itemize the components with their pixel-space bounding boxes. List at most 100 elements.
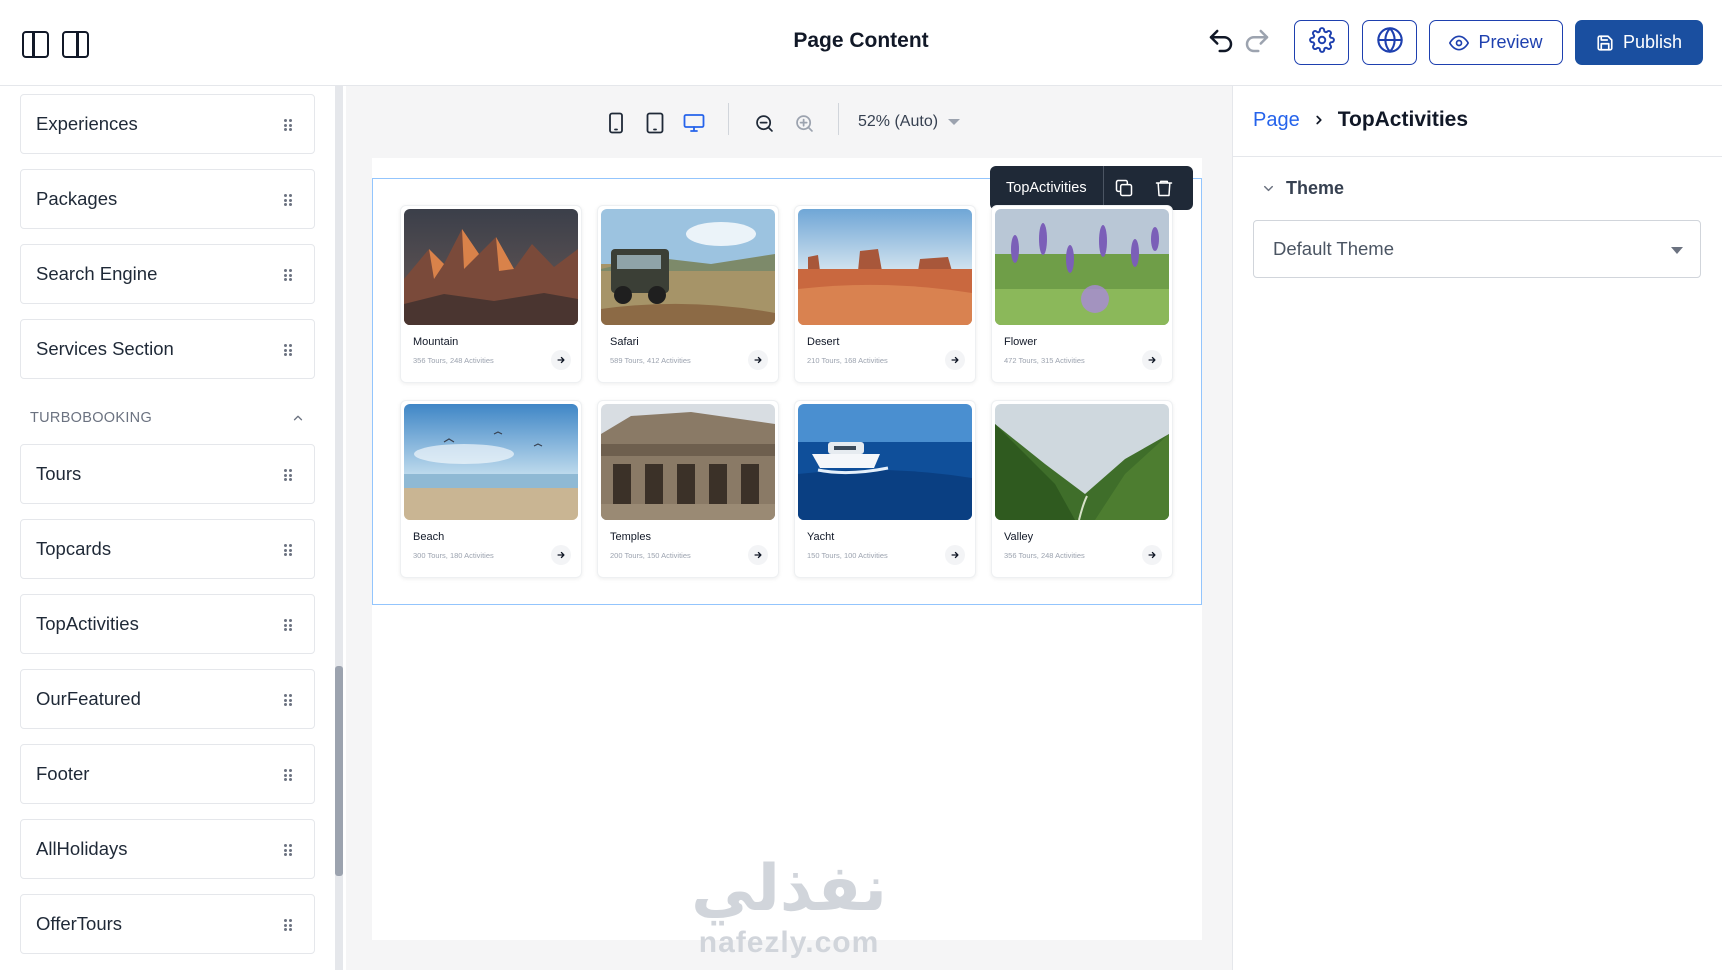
card-subtitle: 356 Tours, 248 Activities	[413, 356, 494, 365]
card-subtitle: 150 Tours, 100 Activities	[807, 551, 888, 560]
drag-handle-icon[interactable]	[284, 119, 292, 131]
chevron-down-icon	[948, 119, 961, 125]
editor-canvas: 52% (Auto) TopActivities Mountain 356 To…	[346, 86, 1232, 970]
arrow-right-icon[interactable]	[1142, 545, 1162, 565]
toolbar-divider	[728, 103, 729, 135]
trash-icon[interactable]	[1144, 166, 1184, 210]
mobile-icon	[607, 112, 625, 134]
section-header-turbobooking[interactable]: TURBOBOOKING	[30, 403, 305, 433]
chevron-up-icon	[291, 411, 305, 425]
arrow-right-icon[interactable]	[1142, 350, 1162, 370]
preview-button[interactable]: Preview	[1429, 20, 1563, 65]
publish-label: Publish	[1622, 32, 1683, 52]
zoom-level-select[interactable]: 52% (Auto)	[858, 108, 961, 136]
theme-select-value: Default Theme	[1273, 238, 1394, 259]
activity-card-desert[interactable]: Desert 210 Tours, 168 Activities	[794, 205, 976, 383]
desert-image	[798, 209, 972, 325]
breadcrumb-page-link[interactable]: Page	[1253, 109, 1300, 132]
arrow-right-icon[interactable]	[945, 545, 965, 565]
sidebar-item-experiences[interactable]: Experiences	[20, 94, 315, 154]
sidebar-scrollbar-thumb[interactable]	[335, 666, 343, 876]
flower-image	[995, 209, 1169, 325]
theme-select[interactable]: Default Theme	[1253, 220, 1701, 278]
save-icon	[1596, 34, 1614, 52]
card-title: Safari	[610, 336, 639, 348]
drag-handle-icon[interactable]	[284, 694, 292, 706]
arrow-right-icon[interactable]	[945, 350, 965, 370]
sidebar-item-packages[interactable]: Packages	[20, 169, 315, 229]
sidebar-item-offertours[interactable]: OfferTours	[20, 894, 315, 954]
card-title: Flower	[1004, 336, 1038, 348]
temples-image	[601, 404, 775, 520]
selected-block-label: TopActivities	[990, 166, 1104, 210]
arrow-right-icon[interactable]	[551, 545, 571, 565]
tablet-view-button[interactable]	[643, 111, 667, 135]
toolbar-divider	[838, 103, 839, 135]
arrow-right-icon[interactable]	[748, 545, 768, 565]
arrow-right-icon[interactable]	[748, 350, 768, 370]
drag-handle-icon[interactable]	[284, 544, 292, 556]
activity-card-temples[interactable]: Temples 200 Tours, 150 Activities	[597, 400, 779, 578]
drag-handle-icon[interactable]	[284, 619, 292, 631]
card-title: Temples	[610, 531, 651, 543]
redo-icon[interactable]	[1242, 26, 1272, 56]
chevron-down-icon	[1671, 247, 1683, 254]
sidebar-item-search-engine[interactable]: Search Engine	[20, 244, 315, 304]
card-subtitle: 300 Tours, 180 Activities	[413, 551, 494, 560]
globe-icon	[1376, 26, 1404, 59]
properties-panel: Page TopActivities Theme Default Theme	[1232, 86, 1722, 970]
sidebar-item-label: TopActivities	[36, 613, 139, 634]
section-title: TURBOBOOKING	[30, 410, 153, 426]
drag-handle-icon[interactable]	[284, 769, 292, 781]
undo-icon[interactable]	[1206, 26, 1236, 56]
desktop-view-button[interactable]	[682, 111, 706, 135]
sidebar-item-allholidays[interactable]: AllHolidays	[20, 819, 315, 879]
card-subtitle: 200 Tours, 150 Activities	[610, 551, 691, 560]
drag-handle-icon[interactable]	[284, 919, 292, 931]
sidebar-item-topcards[interactable]: Topcards	[20, 519, 315, 579]
drag-handle-icon[interactable]	[284, 469, 292, 481]
breadcrumb: Page TopActivities	[1253, 108, 1468, 132]
card-title: Yacht	[807, 531, 835, 543]
sidebar-item-label: OfferTours	[36, 913, 123, 934]
safari-image	[601, 209, 775, 325]
zoom-level-label: 52% (Auto)	[858, 113, 939, 130]
panel-divider	[1233, 156, 1722, 157]
arrow-right-icon[interactable]	[551, 350, 571, 370]
sidebar-item-services-section[interactable]: Services Section	[20, 319, 315, 379]
activity-card-safari[interactable]: Safari 589 Tours, 412 Activities	[597, 205, 779, 383]
settings-button[interactable]	[1294, 20, 1349, 65]
mobile-view-button[interactable]	[604, 111, 628, 135]
eye-icon	[1449, 33, 1470, 53]
zoom-out-icon	[754, 113, 775, 134]
sidebar-item-label: Experiences	[36, 113, 138, 134]
top-bar: Page Content Preview Publish	[0, 0, 1722, 86]
drag-handle-icon[interactable]	[284, 344, 292, 356]
copy-icon[interactable]	[1104, 166, 1144, 210]
valley-image	[995, 404, 1169, 520]
zoom-out-button[interactable]	[752, 111, 776, 135]
sidebar-item-label: AllHolidays	[36, 838, 128, 859]
activity-card-mountain[interactable]: Mountain 356 Tours, 248 Activities	[400, 205, 582, 383]
drag-handle-icon[interactable]	[284, 269, 292, 281]
sidebar-item-tours[interactable]: Tours	[20, 444, 315, 504]
drag-handle-icon[interactable]	[284, 194, 292, 206]
activity-card-yacht[interactable]: Yacht 150 Tours, 100 Activities	[794, 400, 976, 578]
theme-section-toggle[interactable]: Theme	[1261, 178, 1344, 199]
drag-handle-icon[interactable]	[284, 844, 292, 856]
chevron-down-icon	[1261, 181, 1276, 196]
publish-button[interactable]: Publish	[1575, 20, 1703, 65]
sidebar-item-topactivities[interactable]: TopActivities	[20, 594, 315, 654]
desktop-icon	[683, 113, 705, 133]
activity-card-valley[interactable]: Valley 356 Tours, 248 Activities	[991, 400, 1173, 578]
preview-label: Preview	[1478, 32, 1543, 52]
card-title: Desert	[807, 336, 840, 348]
sidebar-item-ourfeatured[interactable]: OurFeatured	[20, 669, 315, 729]
sidebar-item-footer[interactable]: Footer	[20, 744, 315, 804]
activity-card-beach[interactable]: Beach 300 Tours, 180 Activities	[400, 400, 582, 578]
activity-card-flower[interactable]: Flower 472 Tours, 315 Activities	[991, 205, 1173, 383]
zoom-in-button[interactable]	[792, 111, 816, 135]
tablet-icon	[645, 112, 665, 134]
language-button[interactable]	[1362, 20, 1417, 65]
sidebar-item-label: Tours	[36, 463, 82, 484]
